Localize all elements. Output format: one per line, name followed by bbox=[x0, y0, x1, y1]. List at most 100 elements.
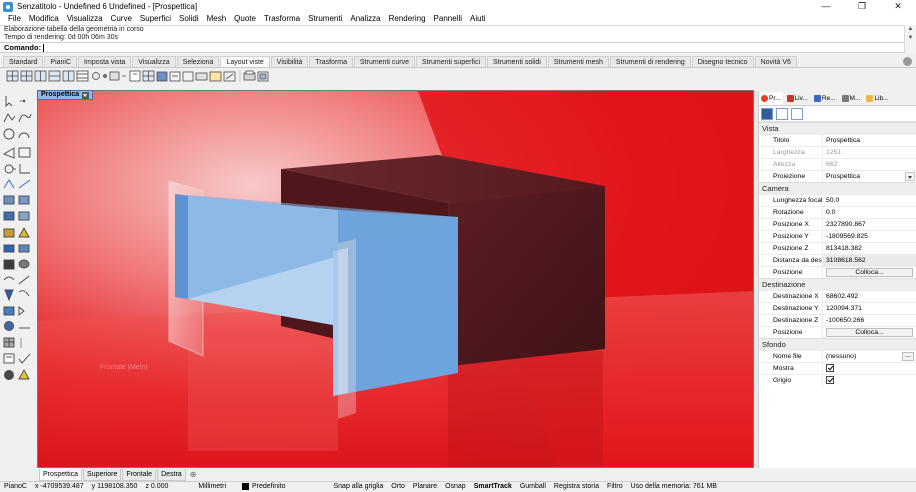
add-viewport-icon[interactable]: ⊕ bbox=[187, 469, 200, 481]
print-icon[interactable] bbox=[243, 70, 256, 81]
lunghezza-focale-field[interactable]: 50.0 bbox=[822, 195, 916, 206]
split-horizontal-icon[interactable] bbox=[48, 70, 61, 82]
browse-button[interactable]: ... bbox=[902, 352, 914, 361]
toggle-filtro[interactable]: Filtro bbox=[603, 482, 627, 492]
move-icon[interactable] bbox=[4, 289, 14, 302]
tab-strumenti-solidi[interactable]: Strumenti solidi bbox=[487, 56, 547, 67]
tab-strumenti-superfici[interactable]: Strumenti superfici bbox=[416, 56, 486, 67]
solid-cylinder-icon[interactable] bbox=[18, 259, 30, 269]
command-line[interactable]: Comando: bbox=[0, 42, 904, 53]
copy-icon[interactable] bbox=[18, 290, 30, 297]
select-arrow-icon[interactable] bbox=[5, 96, 13, 108]
posizione-z-field[interactable]: 813418.382 bbox=[822, 243, 916, 254]
surface-icon[interactable] bbox=[3, 195, 15, 205]
camera-icon[interactable] bbox=[92, 72, 100, 80]
toggle-gumball[interactable]: Gumball bbox=[516, 482, 550, 492]
camera-view-icon[interactable] bbox=[761, 107, 773, 120]
scroll-up-icon[interactable]: ▲ bbox=[905, 25, 916, 34]
rotate-icon[interactable] bbox=[3, 276, 15, 281]
display-mode-icon[interactable] bbox=[791, 107, 803, 120]
vp-tab-frontale[interactable]: Frontale bbox=[122, 469, 157, 481]
menu-solidi[interactable]: Solidi bbox=[175, 13, 203, 25]
menu-rendering[interactable]: Rendering bbox=[385, 13, 430, 25]
scale-icon[interactable] bbox=[18, 275, 30, 285]
point-icon[interactable] bbox=[20, 99, 26, 103]
tab-strumenti-curve[interactable]: Strumenti curve bbox=[354, 56, 416, 67]
menu-mesh[interactable]: Mesh bbox=[203, 13, 231, 25]
viewport-frame-icon[interactable] bbox=[776, 107, 788, 120]
menu-aiuti[interactable]: Aiuti bbox=[466, 13, 490, 25]
menu-trasforma[interactable]: Trasforma bbox=[260, 13, 304, 25]
array-icon[interactable] bbox=[18, 306, 25, 316]
polyline-icon[interactable] bbox=[3, 113, 16, 123]
zoom-extents-icon[interactable] bbox=[209, 71, 222, 82]
gear-icon[interactable] bbox=[903, 57, 912, 66]
shaded-box-icon[interactable] bbox=[156, 71, 168, 82]
fillet-icon[interactable] bbox=[19, 164, 30, 174]
posizione-x-field[interactable]: 2327890.867 bbox=[822, 219, 916, 230]
vp-tab-prospettica[interactable]: Prospettica bbox=[39, 469, 83, 481]
tab-properties[interactable]: Pr... bbox=[759, 92, 783, 105]
toggle-osnap[interactable]: Osnap bbox=[441, 482, 470, 492]
destinazione-colloca-button[interactable]: Colloca... bbox=[826, 328, 913, 337]
text-icon[interactable] bbox=[3, 353, 15, 364]
chevron-down-icon[interactable] bbox=[905, 172, 915, 181]
curve-icon[interactable] bbox=[18, 113, 32, 123]
loft-icon[interactable] bbox=[18, 195, 30, 205]
tab-disegno-tecnico[interactable]: Disegno tecnico bbox=[691, 56, 754, 67]
text-object-icon[interactable] bbox=[169, 71, 181, 82]
tab-seleziona[interactable]: Seleziona bbox=[176, 56, 220, 67]
menu-strumenti[interactable]: Strumenti bbox=[304, 13, 346, 25]
sweep-icon[interactable] bbox=[18, 211, 30, 221]
extend-icon[interactable] bbox=[18, 179, 31, 189]
polygon-icon[interactable] bbox=[4, 164, 16, 174]
tile-viewports-icon[interactable] bbox=[142, 70, 155, 82]
menu-modifica[interactable]: Modifica bbox=[25, 13, 63, 25]
posizione-y-field[interactable]: -1809569.825 bbox=[822, 231, 916, 242]
tab-novita-v6[interactable]: Novità V6 bbox=[754, 56, 797, 67]
tab-libraries[interactable]: Lib... bbox=[864, 92, 890, 105]
destinazione-z-field[interactable]: -100650.266 bbox=[822, 315, 916, 326]
scroll-down-icon[interactable]: ▼ bbox=[905, 34, 916, 43]
menu-pannelli[interactable]: Pannelli bbox=[430, 13, 466, 25]
rectangle-icon[interactable] bbox=[18, 147, 31, 158]
layout-icon[interactable] bbox=[182, 71, 194, 82]
titolo-field[interactable]: Prospettica bbox=[822, 135, 916, 146]
split-vertical-icon[interactable] bbox=[62, 70, 75, 82]
minimize-button[interactable]: — bbox=[808, 0, 844, 13]
menu-quote[interactable]: Quote bbox=[230, 13, 260, 25]
menu-visualizza[interactable]: Visualizza bbox=[63, 13, 107, 25]
tab-visibilita[interactable]: Visibilità bbox=[270, 56, 309, 67]
menu-curve[interactable]: Curve bbox=[107, 13, 136, 25]
camera-colloca-button[interactable]: Colloca... bbox=[826, 268, 913, 277]
tab-layers[interactable]: Liv... bbox=[785, 92, 810, 105]
toggle-orto[interactable]: Orto bbox=[387, 482, 409, 492]
light-icon[interactable] bbox=[18, 369, 30, 380]
maximize-button[interactable]: ❐ bbox=[844, 0, 880, 13]
offset-icon[interactable] bbox=[3, 179, 15, 189]
close-button[interactable]: ✕ bbox=[880, 0, 916, 13]
new-viewport-icon[interactable] bbox=[129, 70, 141, 82]
menu-file[interactable]: File bbox=[4, 13, 25, 25]
pan-view-icon[interactable] bbox=[195, 72, 208, 81]
boolean-diff-icon[interactable] bbox=[18, 244, 30, 253]
toggle-smarttrack[interactable]: SmartTrack bbox=[470, 482, 516, 492]
distanza-field[interactable]: 3108618.562 bbox=[822, 255, 916, 266]
vp-tab-destra[interactable]: Destra bbox=[157, 469, 186, 481]
circle-icon[interactable] bbox=[3, 128, 15, 140]
destinazione-x-field[interactable]: 68602.492 bbox=[822, 291, 916, 302]
rotazione-field[interactable]: 0.0 bbox=[822, 207, 916, 218]
mostra-checkbox[interactable] bbox=[826, 364, 834, 372]
toggle-snap-griglia[interactable]: Snap alla griglia bbox=[329, 482, 387, 492]
tab-visualizza[interactable]: Visualizza bbox=[132, 56, 176, 67]
vp-tab-superiore[interactable]: Superiore bbox=[83, 469, 122, 481]
viewport-prospettica[interactable]: Frontale (Metri) bbox=[37, 90, 754, 468]
render-icon[interactable] bbox=[4, 370, 14, 380]
nome-file-field[interactable]: (nessuno)... bbox=[822, 351, 916, 362]
tab-trasforma[interactable]: Trasforma bbox=[309, 56, 353, 67]
arc-icon[interactable] bbox=[18, 132, 30, 139]
revolve-icon[interactable] bbox=[3, 228, 15, 238]
check-icon[interactable] bbox=[18, 353, 31, 364]
four-viewports-icon[interactable] bbox=[20, 70, 33, 82]
tab-layout-viste[interactable]: Layout viste bbox=[220, 56, 270, 67]
